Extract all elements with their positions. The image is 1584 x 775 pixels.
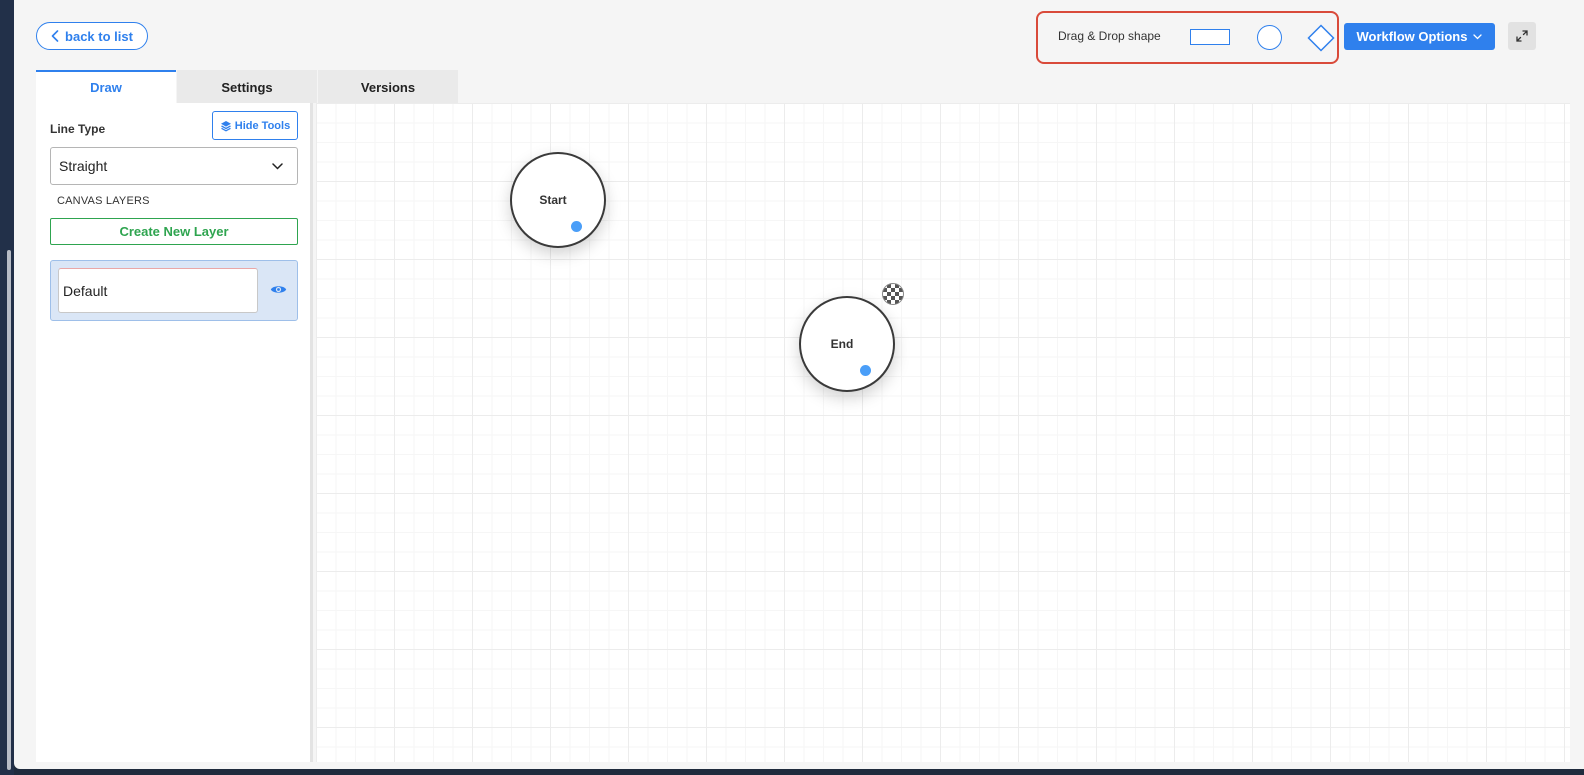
connection-port[interactable]: [571, 221, 582, 232]
editor-tabs: Draw Settings Versions: [36, 70, 459, 103]
layers-icon: [220, 120, 231, 132]
connection-port[interactable]: [860, 365, 871, 376]
end-node-label: End: [830, 337, 854, 351]
draw-tools-panel: Line Type Hide Tools Straight CANVAS LAY…: [36, 103, 313, 762]
diamond-shape[interactable]: [1307, 24, 1335, 52]
workflow-editor: back to list Drag & Drop shape Workflow …: [14, 0, 1584, 769]
back-to-list-button[interactable]: back to list: [36, 22, 148, 50]
layer-item[interactable]: Default: [50, 260, 298, 321]
end-node[interactable]: End: [799, 296, 895, 392]
scrollbar-thumb[interactable]: [7, 250, 11, 770]
create-new-layer-button[interactable]: Create New Layer: [50, 218, 298, 245]
checkered-flag-icon[interactable]: [882, 283, 904, 305]
workflow-options-label: Workflow Options: [1356, 29, 1468, 44]
layer-name-input[interactable]: Default: [58, 268, 258, 313]
chevron-down-icon: [272, 162, 283, 170]
line-type-label: Line Type: [50, 122, 106, 136]
eye-icon[interactable]: [270, 283, 287, 296]
tab-settings[interactable]: Settings: [177, 70, 317, 103]
hide-tools-label: Hide Tools: [234, 119, 291, 132]
chevron-left-icon: [51, 30, 59, 42]
start-node[interactable]: Start: [510, 152, 606, 248]
back-to-list-label: back to list: [65, 28, 133, 44]
rectangle-shape[interactable]: [1190, 29, 1230, 45]
tab-draw[interactable]: Draw: [36, 70, 176, 103]
canvas-layers-heading: CANVAS LAYERS: [57, 195, 150, 207]
line-type-select[interactable]: Straight: [50, 147, 298, 185]
workflow-options-button[interactable]: Workflow Options: [1344, 23, 1495, 50]
circle-shape[interactable]: [1257, 25, 1282, 50]
start-node-label: Start: [539, 193, 567, 207]
line-type-value: Straight: [59, 158, 108, 174]
expand-button[interactable]: [1508, 22, 1536, 50]
chevron-down-icon: [1473, 33, 1483, 39]
drag-drop-label: Drag & Drop shape: [1058, 29, 1161, 43]
left-edge-strip: [0, 0, 14, 775]
workflow-canvas[interactable]: Start End: [316, 103, 1570, 762]
tab-versions[interactable]: Versions: [318, 70, 458, 103]
hide-tools-button[interactable]: Hide Tools: [212, 111, 298, 140]
drag-drop-shape-panel: Drag & Drop shape: [1036, 11, 1339, 64]
expand-icon: [1516, 30, 1528, 42]
